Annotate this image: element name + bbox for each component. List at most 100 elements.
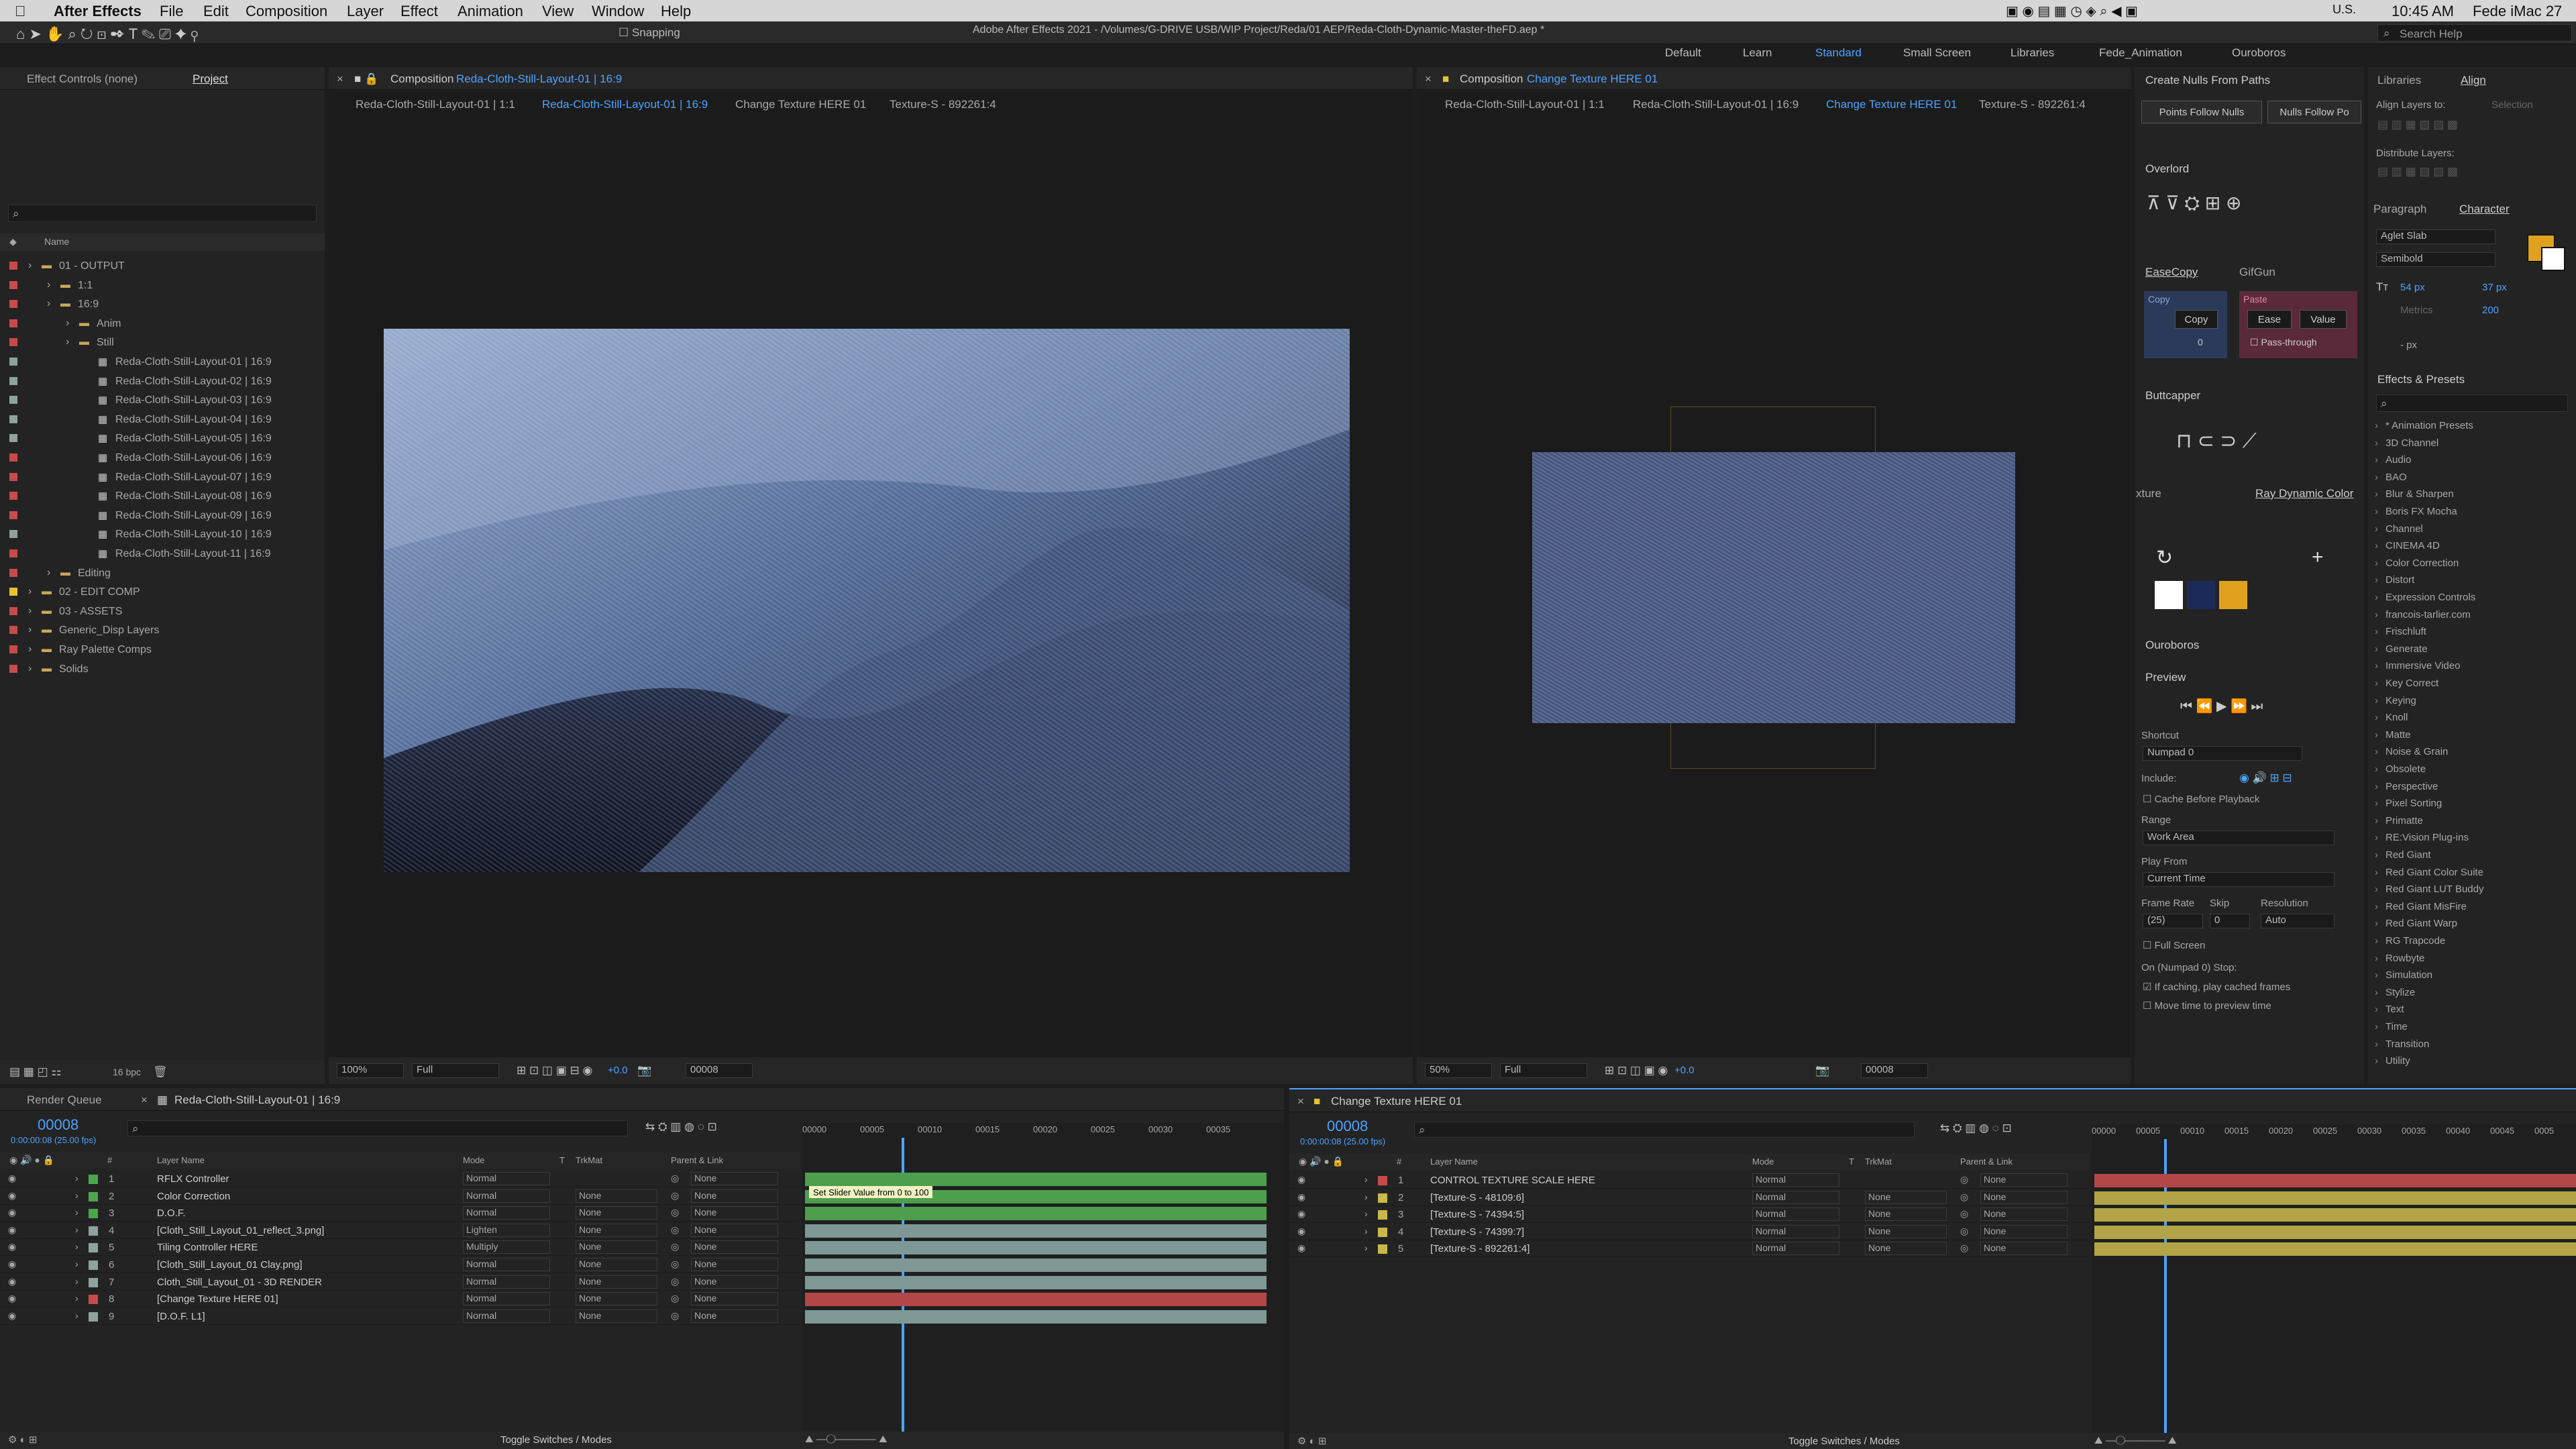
nulls-follow-points-button[interactable]: Nulls Follow Po bbox=[2267, 101, 2361, 123]
mode-dropdown[interactable]: Normal bbox=[1752, 1190, 1839, 1204]
label-swatch[interactable] bbox=[9, 300, 17, 309]
trkmat-dropdown[interactable]: None bbox=[576, 1206, 657, 1220]
tl2-current-time[interactable]: 00008 bbox=[1327, 1118, 1368, 1135]
align-to-dropdown[interactable]: Selection bbox=[2491, 99, 2533, 111]
swatch-white[interactable] bbox=[2155, 581, 2183, 609]
effects-category[interactable]: › Noise & Grain bbox=[2375, 745, 2569, 761]
tl2-zoom-slider[interactable]: ⛰ —◯———— ⛰ bbox=[2094, 1435, 2177, 1446]
effects-category[interactable]: › Transition bbox=[2375, 1037, 2569, 1053]
tl1-footer-icons[interactable]: ⚙ ◐ ⊞ bbox=[8, 1434, 37, 1446]
effects-category[interactable]: › Obsolete bbox=[2375, 762, 2569, 778]
close-icon[interactable]: × bbox=[141, 1093, 148, 1107]
tab-align[interactable]: Align bbox=[2461, 74, 2486, 87]
effects-category[interactable]: › Key Correct bbox=[2375, 676, 2569, 692]
layer-name[interactable]: Tiling Controller HERE bbox=[157, 1242, 258, 1253]
toggle-switches-modes[interactable]: Toggle Switches / Modes bbox=[500, 1434, 612, 1446]
effects-category[interactable]: › Red Giant bbox=[2375, 848, 2569, 864]
trkmat-dropdown[interactable]: None bbox=[576, 1258, 657, 1271]
layer-name[interactable]: Cloth_Still_Layout_01 - 3D RENDER bbox=[157, 1277, 322, 1288]
effects-category[interactable]: › RE:Vision Plug-ins bbox=[2375, 830, 2569, 847]
pickwhip-icon[interactable]: ◎ bbox=[671, 1241, 679, 1252]
expand-chevron-icon[interactable]: › bbox=[1364, 1242, 1368, 1253]
effects-category[interactable]: › Audio bbox=[2375, 453, 2569, 469]
close-icon[interactable]: × bbox=[1297, 1095, 1304, 1108]
visibility-icon[interactable]: ◉ bbox=[1297, 1191, 1305, 1203]
tab-character[interactable]: Character bbox=[2459, 203, 2510, 216]
parent-dropdown[interactable]: None bbox=[691, 1172, 778, 1185]
layer-name[interactable]: [Cloth_Still_Layout_01 Clay.png] bbox=[157, 1259, 303, 1271]
project-folder[interactable]: › ▬ Anim bbox=[0, 315, 325, 333]
label-swatch[interactable] bbox=[9, 376, 17, 385]
distribute-icons[interactable]: ▤ ▥ ▦ ▧ ▨ ▩ bbox=[2377, 165, 2458, 178]
range-dropdown[interactable]: Work Area bbox=[2143, 830, 2334, 845]
project-folder[interactable]: › ▬ 01 - OUTPUT bbox=[0, 258, 325, 275]
swatch-navy[interactable] bbox=[2187, 581, 2215, 609]
tl1-current-time[interactable]: 00008 bbox=[38, 1116, 78, 1134]
layer-row[interactable]: ◉ › 9 [D.O.F. L1] Normal None ◎ None bbox=[0, 1309, 800, 1325]
visibility-icon[interactable]: ◉ bbox=[8, 1258, 16, 1270]
parent-dropdown[interactable]: None bbox=[691, 1275, 778, 1289]
effects-category[interactable]: › Text bbox=[2375, 1002, 2569, 1018]
comp2-name[interactable]: Change Texture HERE 01 bbox=[1527, 72, 1658, 86]
layer-name[interactable]: D.O.F. bbox=[157, 1208, 186, 1219]
effects-category[interactable]: › BAO bbox=[2375, 470, 2569, 486]
visibility-icon[interactable]: ◉ bbox=[1297, 1226, 1305, 1237]
tab-effect-controls[interactable]: Effect Controls (none) bbox=[27, 72, 138, 86]
project-folder[interactable]: › ▬ Ray Palette Comps bbox=[0, 641, 325, 659]
effects-category[interactable]: › Channel bbox=[2375, 522, 2569, 538]
comp1-crumb-1[interactable]: Reda-Cloth-Still-Layout-01 | 16:9 bbox=[542, 98, 708, 111]
value-button[interactable]: Value bbox=[2300, 310, 2347, 329]
ws-libraries[interactable]: Libraries bbox=[2010, 46, 2054, 60]
project-comp-item[interactable]: ▦ Reda-Cloth-Still-Layout-09 | 16:9 bbox=[0, 507, 325, 525]
comp2-frame-field[interactable]: 00008 bbox=[1861, 1063, 1928, 1078]
menu-composition[interactable]: Composition bbox=[246, 3, 327, 20]
label-swatch[interactable] bbox=[9, 453, 17, 462]
include-icons[interactable]: ◉ 🔊 ⊞ ⊟ bbox=[2239, 771, 2292, 785]
pass-through-checkbox[interactable]: ☐ Pass-through bbox=[2250, 337, 2317, 348]
visibility-icon[interactable]: ◉ bbox=[8, 1293, 16, 1304]
tl2-search-input[interactable]: ⌕ bbox=[1414, 1122, 1915, 1138]
label-swatch[interactable] bbox=[9, 511, 17, 519]
tab-timeline-2[interactable]: Change Texture HERE 01 bbox=[1331, 1095, 1462, 1108]
copy-button[interactable]: Copy bbox=[2175, 310, 2218, 329]
bpc-label[interactable]: 16 bpc bbox=[113, 1067, 141, 1077]
comp1-crumb-2[interactable]: Change Texture HERE 01 bbox=[735, 98, 866, 111]
project-folder[interactable]: › ▬ Still bbox=[0, 334, 325, 352]
tab-project[interactable]: Project bbox=[193, 72, 228, 86]
project-folder[interactable]: › ▬ 16:9 bbox=[0, 296, 325, 313]
effects-category[interactable]: › CINEMA 4D bbox=[2375, 539, 2569, 555]
layer-name[interactable]: [Texture-S - 74399:7] bbox=[1430, 1226, 1524, 1238]
layer-duration-bar[interactable] bbox=[2094, 1191, 2576, 1205]
trkmat-dropdown[interactable]: None bbox=[576, 1275, 657, 1289]
layer-label-swatch[interactable] bbox=[89, 1209, 98, 1219]
label-swatch[interactable] bbox=[9, 415, 17, 423]
visibility-icon[interactable]: ◉ bbox=[8, 1276, 16, 1287]
effects-category[interactable]: › Utility bbox=[2375, 1054, 2569, 1070]
expand-chevron-icon[interactable]: › bbox=[75, 1276, 78, 1287]
pickwhip-icon[interactable]: ◎ bbox=[671, 1224, 679, 1236]
parent-dropdown[interactable]: None bbox=[691, 1189, 778, 1203]
comp2-crumb-0[interactable]: Reda-Cloth-Still-Layout-01 | 1:1 bbox=[1445, 98, 1605, 111]
project-comp-item[interactable]: ▦ Reda-Cloth-Still-Layout-03 | 16:9 bbox=[0, 392, 325, 409]
effects-category[interactable]: › RG Trapcode bbox=[2375, 934, 2569, 950]
layer-name[interactable]: [Texture-S - 48109:6] bbox=[1430, 1192, 1524, 1203]
ease-button[interactable]: Ease bbox=[2247, 310, 2292, 329]
tl1-switch-icons[interactable]: ⇆ ⛭ ▥ ◍ ◌ ⊡ bbox=[645, 1120, 717, 1134]
col-layer-name[interactable]: Layer Name bbox=[1430, 1157, 1478, 1167]
expand-chevron-icon[interactable]: › bbox=[75, 1310, 78, 1321]
pickwhip-icon[interactable]: ◎ bbox=[671, 1258, 679, 1270]
comp2-exposure[interactable]: +0.0 bbox=[1674, 1065, 1695, 1076]
layer-label-swatch[interactable] bbox=[89, 1191, 98, 1201]
expand-chevron-icon[interactable]: › bbox=[75, 1190, 78, 1201]
pickwhip-icon[interactable]: ◎ bbox=[671, 1173, 679, 1184]
comp1-exposure[interactable]: +0.0 bbox=[608, 1065, 628, 1076]
effects-category[interactable]: › Simulation bbox=[2375, 968, 2569, 984]
tab-easecopy[interactable]: EaseCopy bbox=[2145, 266, 2198, 279]
effects-category[interactable]: › 3D Channel bbox=[2375, 436, 2569, 452]
trkmat-dropdown[interactable]: None bbox=[1865, 1190, 1947, 1204]
visibility-icon[interactable]: ◉ bbox=[8, 1310, 16, 1322]
kerning-field[interactable]: Metrics bbox=[2400, 305, 2432, 316]
project-folder[interactable]: › ▬ Editing bbox=[0, 565, 325, 582]
layer-row[interactable]: ◉ › 1 CONTROL TEXTURE SCALE HERE Normal ◎ None bbox=[1289, 1173, 2089, 1189]
expand-chevron-icon[interactable]: › bbox=[75, 1207, 78, 1218]
